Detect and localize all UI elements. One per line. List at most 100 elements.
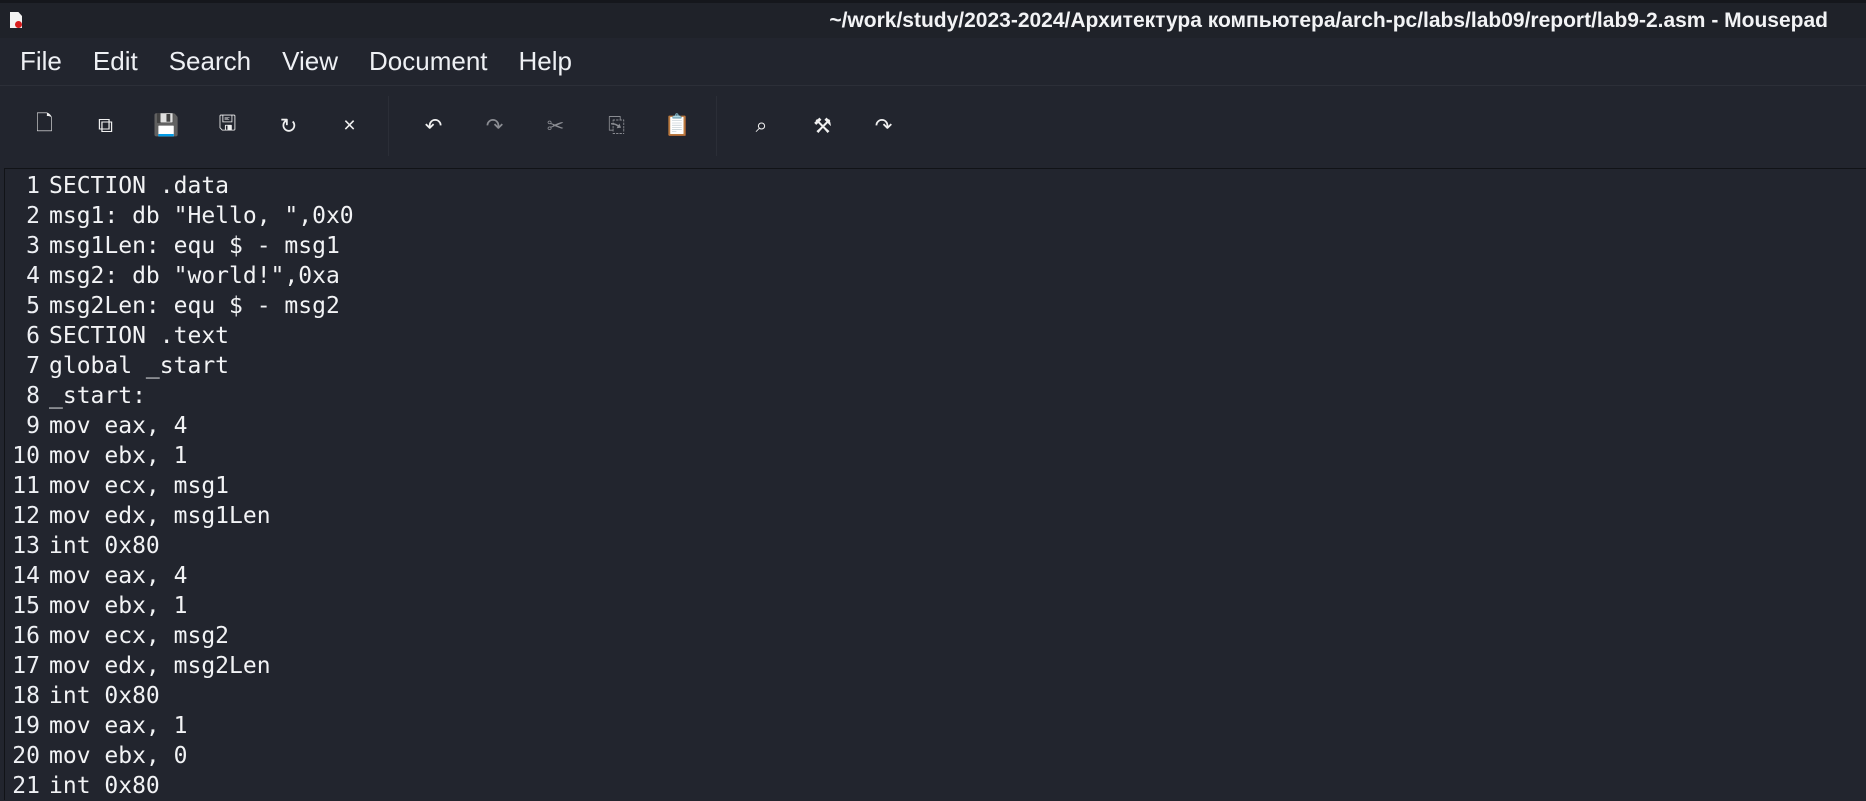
line-text[interactable]: msg1: db "Hello, ",0x0: [41, 201, 354, 231]
code-line[interactable]: 11 mov ecx, msg1: [5, 471, 1866, 501]
code-line[interactable]: 17 mov edx, msg2Len: [5, 651, 1866, 681]
line-text[interactable]: mov ebx, 1: [41, 591, 187, 621]
code-line[interactable]: 6 SECTION .text: [5, 321, 1866, 351]
line-number: 21: [12, 773, 40, 799]
copy-icon: ⎘: [608, 114, 625, 137]
line-number: 12: [12, 503, 40, 529]
line-text[interactable]: mov ecx, msg2: [41, 621, 229, 651]
cut-button[interactable]: ✂: [525, 96, 586, 156]
save-as-button[interactable]: 🖫: [197, 96, 258, 156]
line-number: 13: [12, 533, 40, 559]
reload-button[interactable]: ↻: [258, 96, 319, 156]
code-line[interactable]: 8 _start:: [5, 381, 1866, 411]
toolbar-separator: [716, 96, 717, 156]
line-number: 15: [12, 593, 40, 619]
new-document-button[interactable]: 🗋: [14, 96, 75, 156]
line-number: 14: [12, 563, 40, 589]
line-text[interactable]: msg2Len: equ $ - msg2: [41, 291, 340, 321]
toolbar-separator: [388, 96, 389, 156]
line-number: 5: [26, 293, 40, 319]
line-number: 10: [12, 443, 40, 469]
menu-view[interactable]: View: [270, 46, 350, 77]
undo-icon: ↶: [424, 114, 443, 138]
undo-button[interactable]: ↶: [403, 96, 464, 156]
code-line[interactable]: 5 msg2Len: equ $ - msg2: [5, 291, 1866, 321]
code-line[interactable]: 21 int 0x80: [5, 771, 1866, 801]
code-line[interactable]: 7 global _start: [5, 351, 1866, 381]
line-number: 16: [12, 623, 40, 649]
code-line[interactable]: 9 mov eax, 4: [5, 411, 1866, 441]
line-number: 19: [12, 713, 40, 739]
line-text[interactable]: mov ecx, msg1: [41, 471, 229, 501]
window-title: ~/work/study/2023-2024/Архитектура компь…: [829, 9, 1828, 32]
line-number: 7: [26, 353, 40, 379]
line-number: 18: [12, 683, 40, 709]
line-text[interactable]: mov eax, 4: [41, 561, 187, 591]
code-line[interactable]: 19 mov eax, 1: [5, 711, 1866, 741]
save-button[interactable]: 💾: [136, 96, 197, 156]
code-line[interactable]: 18 int 0x80: [5, 681, 1866, 711]
code-line[interactable]: 3 msg1Len: equ $ - msg1: [5, 231, 1866, 261]
line-text[interactable]: int 0x80: [41, 681, 160, 711]
app-icon: [10, 12, 22, 28]
line-text[interactable]: SECTION .data: [41, 171, 229, 201]
find-replace-button[interactable]: ⚒: [792, 96, 853, 156]
line-number: 1: [26, 173, 40, 199]
code-line[interactable]: 12 mov edx, msg1Len: [5, 501, 1866, 531]
line-text[interactable]: msg2: db "world!",0xa: [41, 261, 340, 291]
line-number: 11: [12, 473, 40, 499]
find-button[interactable]: ⌕: [731, 96, 792, 156]
new-window-icon: ⧉: [98, 114, 113, 137]
line-text[interactable]: _start:: [41, 381, 146, 411]
line-text[interactable]: msg1Len: equ $ - msg1: [41, 231, 340, 261]
line-text[interactable]: SECTION .text: [41, 321, 229, 351]
save-as-icon: 🖫: [218, 111, 237, 135]
go-to-line-button[interactable]: ↷: [853, 96, 914, 156]
line-number: 9: [26, 413, 40, 439]
close-icon: ×: [343, 114, 356, 137]
redo-icon: ↷: [485, 114, 504, 138]
code-line[interactable]: 13 int 0x80: [5, 531, 1866, 561]
code-line[interactable]: 1 SECTION .data: [5, 171, 1866, 201]
code-line[interactable]: 2 msg1: db "Hello, ",0x0: [5, 201, 1866, 231]
line-text[interactable]: mov eax, 1: [41, 711, 187, 741]
line-number: 17: [12, 653, 40, 679]
line-number: 6: [26, 323, 40, 349]
line-text[interactable]: mov edx, msg2Len: [41, 651, 271, 681]
code-line[interactable]: 14 mov eax, 4: [5, 561, 1866, 591]
line-number: 2: [26, 203, 40, 229]
line-text[interactable]: int 0x80: [41, 531, 160, 561]
close-button[interactable]: ×: [319, 96, 380, 156]
find-replace-icon: ⚒: [813, 114, 832, 138]
line-number: 3: [26, 233, 40, 259]
code-line[interactable]: 10 mov ebx, 1: [5, 441, 1866, 471]
line-number: 8: [26, 383, 40, 409]
line-text[interactable]: mov eax, 4: [41, 411, 187, 441]
menu-file[interactable]: File: [8, 46, 74, 77]
menu-edit[interactable]: Edit: [81, 46, 150, 77]
line-text[interactable]: mov ebx, 1: [41, 441, 187, 471]
line-text[interactable]: int 0x80: [41, 771, 160, 801]
code-line[interactable]: 15 mov ebx, 1: [5, 591, 1866, 621]
reload-icon: ↻: [279, 114, 298, 138]
title-bar: ~/work/study/2023-2024/Архитектура компь…: [0, 0, 1866, 38]
code-line[interactable]: 4 msg2: db "world!",0xa: [5, 261, 1866, 291]
line-text[interactable]: mov ebx, 0: [41, 741, 187, 771]
toolbar: 🗋 ⧉ 💾 🖫 ↻ × ↶ ↷ ✂ ⎘ 📋 ⌕ ⚒ ↷: [0, 86, 1866, 166]
redo-button[interactable]: ↷: [464, 96, 525, 156]
line-number: 20: [12, 743, 40, 769]
menu-document[interactable]: Document: [357, 46, 500, 77]
line-text[interactable]: global _start: [41, 351, 229, 381]
new-window-button[interactable]: ⧉: [75, 96, 136, 156]
code-line[interactable]: 20 mov ebx, 0: [5, 741, 1866, 771]
paste-icon: 📋: [664, 114, 691, 137]
menu-help[interactable]: Help: [507, 46, 584, 77]
line-number: 4: [26, 263, 40, 289]
line-text[interactable]: mov edx, msg1Len: [41, 501, 271, 531]
paste-button[interactable]: 📋: [647, 96, 708, 156]
save-icon: 💾: [153, 114, 180, 137]
text-editor[interactable]: 1 SECTION .data 2 msg1: db "Hello, ",0x0 3 ms…: [4, 168, 1866, 800]
code-line[interactable]: 16 mov ecx, msg2: [5, 621, 1866, 651]
menu-search[interactable]: Search: [157, 46, 263, 77]
copy-button[interactable]: ⎘: [586, 96, 647, 156]
